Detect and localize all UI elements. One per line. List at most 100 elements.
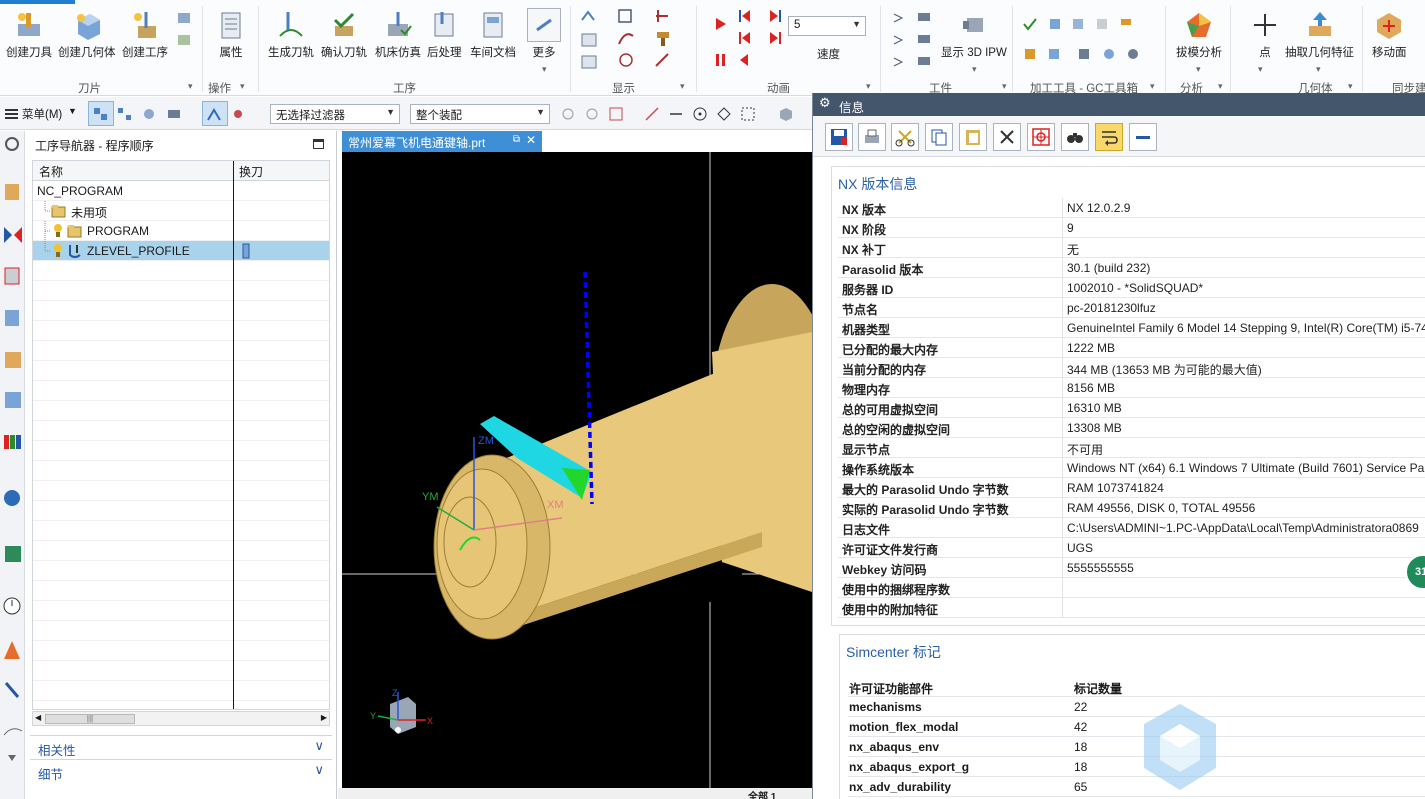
library-icon[interactable] <box>2 349 23 371</box>
group-gctools-arrow[interactable]: ▾ <box>1150 81 1155 92</box>
scroll-left-icon[interactable]: ◀ <box>35 713 41 722</box>
gear-icon[interactable] <box>2 133 23 155</box>
step-back-icon[interactable] <box>736 8 754 24</box>
point-button[interactable]: 点 <box>1248 8 1282 60</box>
forward-icon[interactable] <box>766 30 784 46</box>
reuse-icon[interactable] <box>2 389 23 411</box>
column-header-name[interactable]: 名称 <box>33 161 233 181</box>
more-button[interactable]: 更多 <box>527 8 561 60</box>
small-tool-icon[interactable] <box>176 10 194 26</box>
create-tool-button[interactable]: 创建刀具 <box>6 8 52 60</box>
properties-button[interactable]: 属性 <box>214 8 248 60</box>
small-list-icon[interactable] <box>176 32 194 48</box>
info-title-bar[interactable]: ⚙ 信息 <box>813 93 1425 116</box>
snap-box-icon[interactable] <box>740 106 758 122</box>
postprocess-button[interactable]: 后处理 <box>427 8 462 60</box>
play-icon[interactable] <box>712 16 730 32</box>
group-cutter-arrow[interactable]: ▾ <box>188 81 193 92</box>
point-arrow[interactable]: ▾ <box>1258 64 1263 75</box>
float-window-icon[interactable]: ⧉ <box>513 134 520 145</box>
reverse-icon[interactable] <box>736 52 754 68</box>
tool-icon[interactable] <box>2 679 23 701</box>
display-path-icon[interactable] <box>580 8 598 24</box>
draft-analysis-button[interactable]: 拔模分析 <box>1176 8 1222 60</box>
part-navigator-icon[interactable] <box>2 181 23 203</box>
shop-doc-button[interactable]: 车间文档 <box>470 8 516 60</box>
display-box-icon[interactable] <box>617 8 635 24</box>
gc-copy-icon[interactable] <box>1022 46 1040 62</box>
work-arrow-icon[interactable] <box>892 54 910 70</box>
snap-center-icon[interactable] <box>692 106 710 122</box>
extract-arrow[interactable]: ▾ <box>1316 64 1321 75</box>
assembly-filter-select[interactable]: 整个装配 ▼ <box>410 104 550 124</box>
tree-row-program[interactable]: PROGRAM <box>33 221 329 241</box>
machine-icon[interactable] <box>2 265 23 287</box>
group-analysis-arrow[interactable]: ▾ <box>1218 81 1223 92</box>
horizontal-scrollbar[interactable]: ◀ ||| ▶ <box>32 711 330 726</box>
display-circle-icon[interactable] <box>617 52 635 68</box>
snap-end-icon[interactable] <box>644 106 662 122</box>
generate-path-button[interactable]: 生成刀轨 <box>268 8 314 60</box>
minimize-button[interactable] <box>1129 123 1157 151</box>
copy-button[interactable] <box>925 123 953 151</box>
display-layers-icon[interactable] <box>580 32 598 48</box>
tree-row-unused[interactable]: 未用项 <box>33 201 329 221</box>
display-line-icon[interactable] <box>654 52 672 68</box>
find-button[interactable] <box>1027 123 1055 151</box>
type-filter-select[interactable]: 无选择过滤器 ▼ <box>270 104 400 124</box>
menu-button[interactable]: 菜单(M) <box>22 106 62 122</box>
display-tool-icon[interactable] <box>654 30 672 46</box>
chevron-down-icon[interactable]: ▼ <box>68 106 77 116</box>
group-geometry-arrow[interactable]: ▾ <box>1348 81 1353 92</box>
hierarchy-icon[interactable] <box>116 106 134 122</box>
detail-panel-header[interactable]: 细节 ∨ <box>30 759 332 782</box>
group-display-arrow[interactable]: ▾ <box>680 81 685 92</box>
work-flag-icon[interactable] <box>916 10 934 26</box>
search-button[interactable] <box>1061 123 1089 151</box>
work-flag-icon[interactable] <box>916 54 934 70</box>
clock-icon[interactable] <box>2 595 23 617</box>
create-geometry-button[interactable]: 创建几何体 <box>58 8 116 60</box>
palette-icon[interactable] <box>2 431 23 453</box>
work-arrow-icon[interactable] <box>892 32 910 48</box>
maximize-icon[interactable] <box>313 139 324 149</box>
scroll-right-icon[interactable]: ▶ <box>321 713 327 722</box>
work-flag-icon[interactable] <box>916 32 934 48</box>
snap-box-icon[interactable] <box>608 106 626 122</box>
scrollbar-thumb[interactable]: ||| <box>45 714 135 724</box>
analysis-icon[interactable] <box>2 639 23 661</box>
group-animation-arrow[interactable]: ▾ <box>866 81 871 92</box>
extract-geometry-button[interactable]: 抽取几何特征 <box>1285 8 1354 60</box>
ipw-arrow[interactable]: ▾ <box>972 64 977 75</box>
document-tab[interactable]: 常州爱幕飞机电通键轴.prt ⧉ ✕ <box>342 131 542 152</box>
move-face-button[interactable]: 移动面 <box>1372 8 1407 60</box>
show-3d-ipw-button[interactable]: 显示 3D IPW <box>941 8 1007 60</box>
gc-part-icon[interactable] <box>1076 46 1094 62</box>
gc-gear-icon[interactable] <box>1124 46 1142 62</box>
speed-select[interactable]: 5 ▼ <box>788 16 866 36</box>
info-icon[interactable] <box>2 487 23 509</box>
print-button[interactable] <box>858 123 886 151</box>
column-divider[interactable] <box>233 161 234 709</box>
work-arrow-icon[interactable] <box>892 10 910 26</box>
layer-icon[interactable] <box>166 106 184 122</box>
gc-doc-icon[interactable] <box>1046 46 1064 62</box>
gc-flag-icon[interactable] <box>1118 16 1136 32</box>
tree-icon[interactable] <box>2 307 23 329</box>
confirm-path-button[interactable]: 确认刀轨 <box>321 8 367 60</box>
display-curve-icon[interactable] <box>617 30 635 46</box>
pause-icon[interactable] <box>712 52 730 68</box>
gc-check-icon[interactable] <box>1022 16 1040 32</box>
gc-tool-icon[interactable] <box>1046 16 1064 32</box>
group-work-arrow[interactable]: ▾ <box>1002 81 1007 92</box>
close-icon[interactable]: ✕ <box>526 133 536 147</box>
graphics-viewport[interactable]: ZM YM XM Z X Y <box>342 152 812 788</box>
draft-arrow[interactable]: ▾ <box>1196 64 1201 75</box>
display-axis-icon[interactable] <box>654 8 672 24</box>
machine-sim-button[interactable]: 机床仿真 <box>375 8 421 60</box>
group-ops-arrow[interactable]: ▾ <box>240 81 245 92</box>
line-icon[interactable] <box>2 721 23 743</box>
operation-navigator-icon[interactable] <box>2 223 23 245</box>
snap-mid-icon[interactable] <box>668 106 686 122</box>
filter-icon[interactable] <box>142 106 160 122</box>
